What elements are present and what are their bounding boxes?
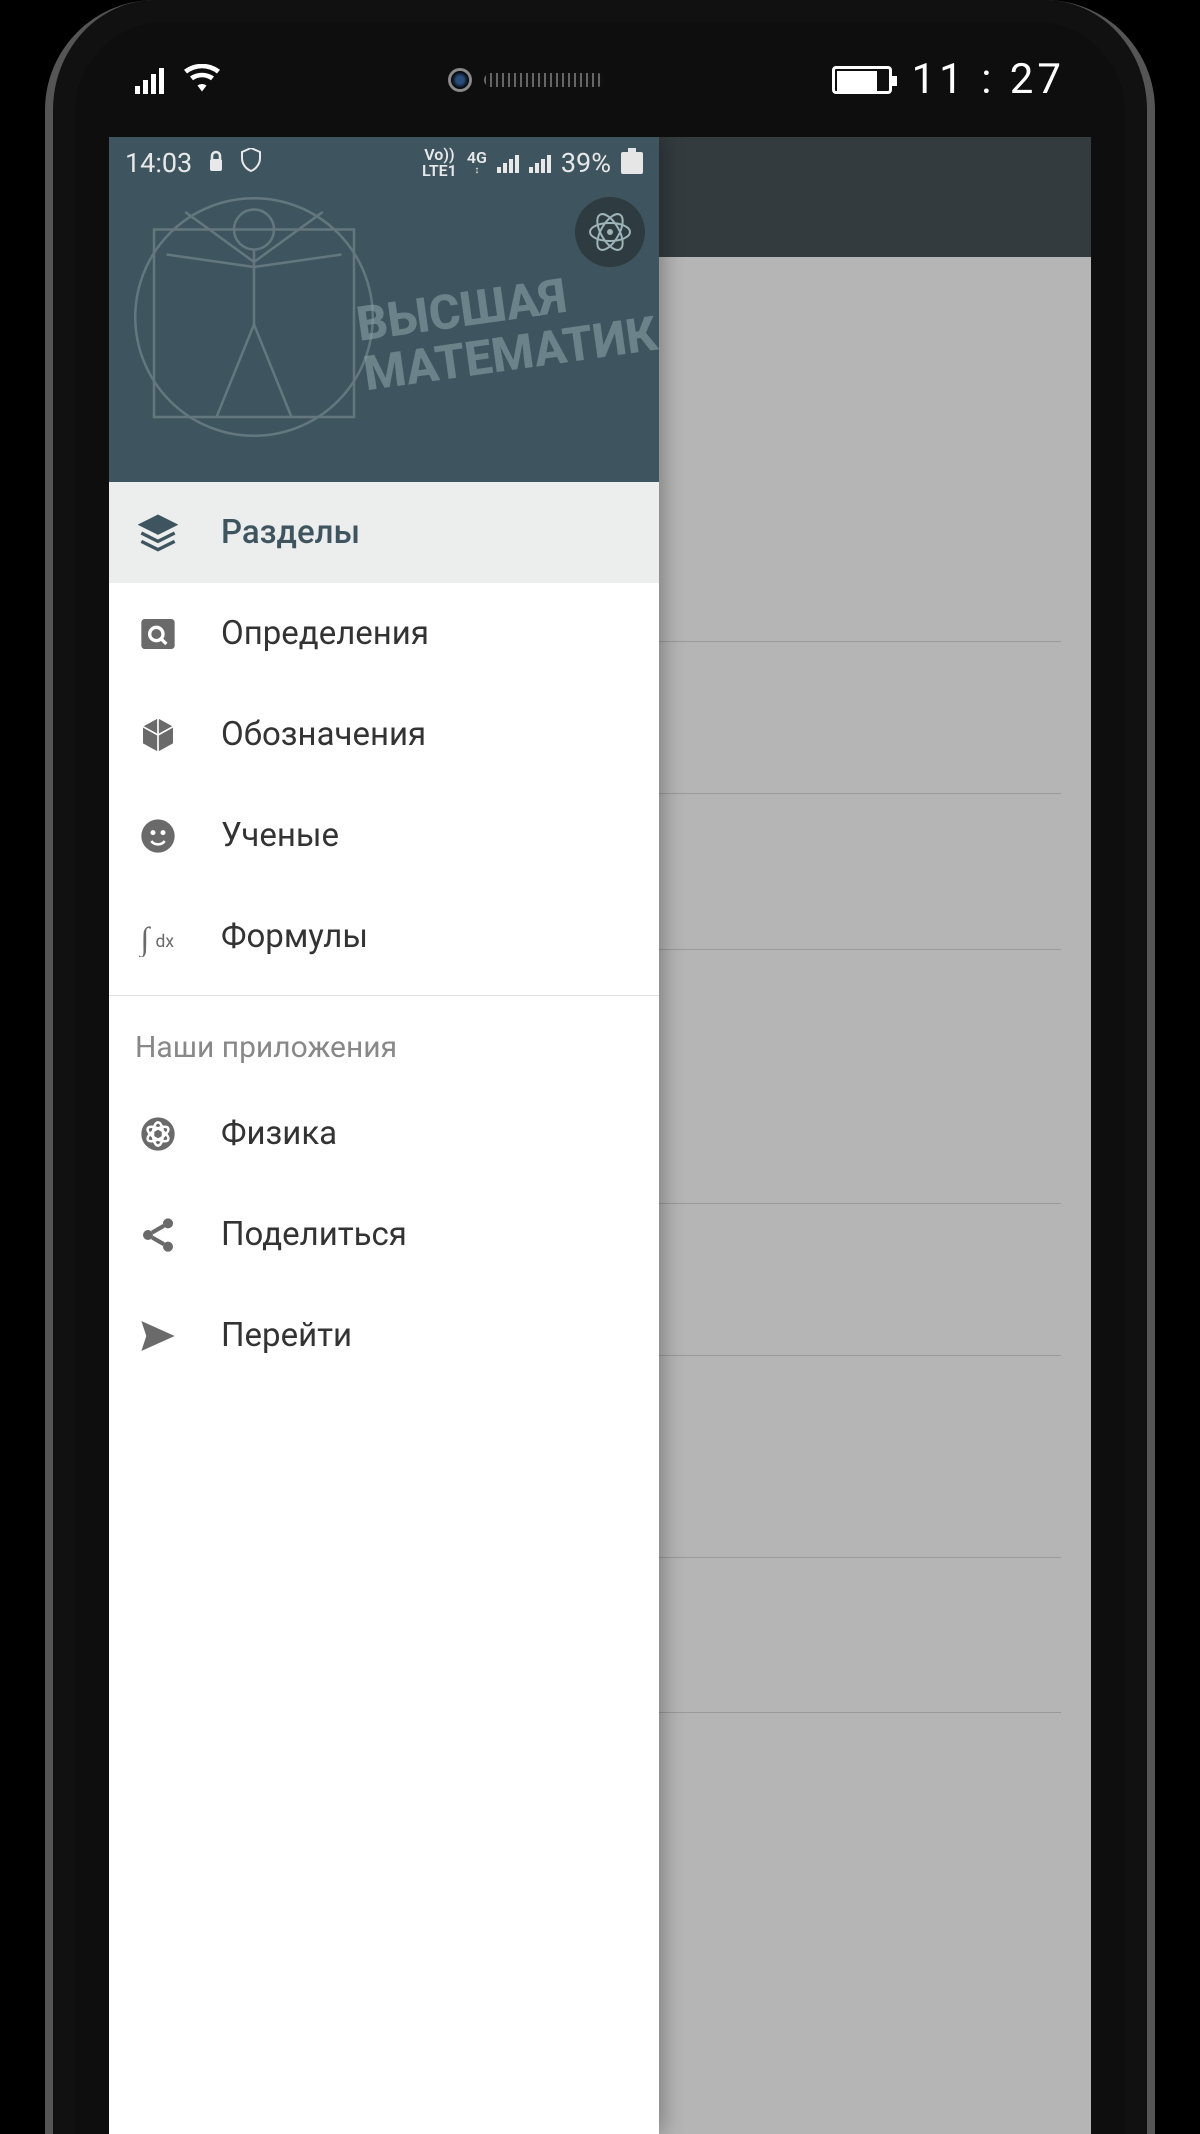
battery-icon bbox=[621, 152, 643, 174]
wifi-icon bbox=[184, 58, 220, 102]
drawer-header: 14:03 Vo)) bbox=[109, 137, 659, 482]
send-icon bbox=[135, 1313, 181, 1359]
navigation-drawer: 14:03 Vo)) bbox=[109, 137, 659, 2134]
nav-label: Обозначения bbox=[221, 715, 426, 754]
divider bbox=[109, 995, 659, 996]
volte-bottom: LTE1 bbox=[422, 163, 457, 179]
share-icon bbox=[135, 1212, 181, 1258]
phone-mockup: 11 : 27 …дия …сла.…. Функция. …е и малые… bbox=[0, 0, 1200, 2134]
app-logo-icon bbox=[575, 197, 645, 267]
nav-label: Определения bbox=[221, 614, 429, 653]
nav-item-scientists[interactable]: Ученые bbox=[109, 785, 659, 886]
phone-bezel: 11 : 27 …дия …сла.…. Функция. …е и малые… bbox=[45, 0, 1155, 2134]
integral-icon: ∫dx bbox=[135, 914, 181, 960]
nav-section-header: Наши приложения bbox=[109, 1004, 659, 1083]
lock-icon bbox=[208, 147, 224, 179]
nav-item-formulas[interactable]: ∫dx Формулы bbox=[109, 886, 659, 987]
inner-clock: 14:03 bbox=[125, 147, 192, 179]
nav-apps-list: Физика Поделиться Перейти bbox=[109, 1083, 659, 1386]
nav-label: Разделы bbox=[221, 513, 360, 552]
nav-item-share[interactable]: Поделиться bbox=[109, 1184, 659, 1285]
signal-icon bbox=[529, 153, 551, 173]
cube-icon bbox=[135, 712, 181, 758]
face-icon bbox=[135, 813, 181, 859]
outer-clock: 11 : 27 bbox=[912, 55, 1065, 104]
shield-icon bbox=[240, 147, 262, 179]
nav-item-definitions[interactable]: Определения bbox=[109, 583, 659, 684]
nav-item-notations[interactable]: Обозначения bbox=[109, 684, 659, 785]
nav-list: Разделы Определения Обозна bbox=[109, 482, 659, 987]
search-page-icon bbox=[135, 611, 181, 657]
svg-text:dx: dx bbox=[156, 932, 175, 952]
nav-label: Ученые bbox=[221, 816, 339, 855]
outer-status-left bbox=[135, 58, 220, 102]
layers-icon bbox=[135, 510, 181, 556]
inner-status-left: 14:03 bbox=[125, 147, 262, 179]
vitruvian-art bbox=[129, 177, 379, 457]
battery-icon bbox=[832, 66, 892, 94]
atom-icon bbox=[135, 1111, 181, 1157]
nav-label: Физика bbox=[221, 1114, 337, 1153]
screen: …дия …сла.…. Функция. …е и малые…еоремы … bbox=[109, 137, 1091, 2134]
signal-icon bbox=[135, 66, 164, 94]
nav-item-sections[interactable]: Разделы bbox=[109, 482, 659, 583]
volte-indicator: Vo)) LTE1 bbox=[422, 147, 457, 179]
signal-icon bbox=[497, 153, 519, 173]
nav-item-physics[interactable]: Физика bbox=[109, 1083, 659, 1184]
camera-notch bbox=[448, 68, 604, 92]
nav-label: Перейти bbox=[221, 1316, 352, 1355]
camera-icon bbox=[448, 68, 472, 92]
speaker-grille bbox=[484, 73, 604, 87]
phone-inner: 11 : 27 …дия …сла.…. Функция. …е и малые… bbox=[75, 22, 1125, 2134]
battery-percent: 39% bbox=[561, 147, 611, 179]
drawer-header-title: Высшая математика bbox=[354, 255, 659, 400]
nav-label: Поделиться bbox=[221, 1215, 407, 1254]
outer-status-right: 11 : 27 bbox=[832, 55, 1065, 104]
svg-text:∫: ∫ bbox=[139, 921, 152, 957]
inner-status-right: Vo)) LTE1 4G ↕ 39% bbox=[422, 147, 643, 179]
network-type: 4G ↕ bbox=[467, 150, 487, 176]
outer-statusbar: 11 : 27 bbox=[75, 22, 1125, 137]
nav-item-go[interactable]: Перейти bbox=[109, 1285, 659, 1386]
nav-label: Формулы bbox=[221, 917, 368, 956]
